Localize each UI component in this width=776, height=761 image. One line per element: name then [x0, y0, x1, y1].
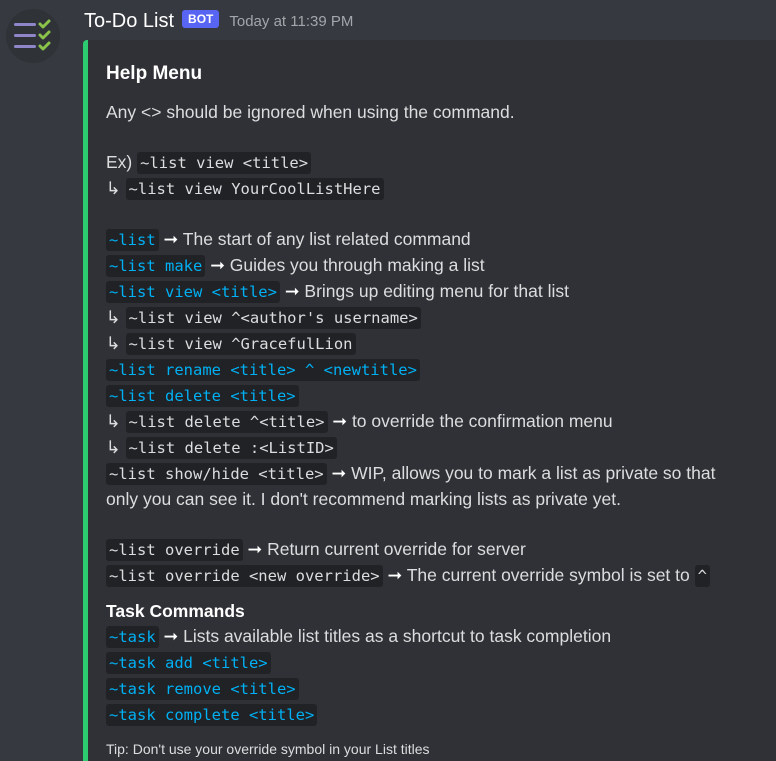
cmd-list-view-example: ↳ ~list view ^GracefulLion — [106, 331, 758, 357]
cmd-list-view-example-code: ~list view ^GracefulLion — [125, 333, 356, 355]
cmd-list-desc: The start of any list related command — [182, 229, 471, 249]
cmd-list-delete-code[interactable]: ~list delete <title> — [106, 385, 299, 407]
cmd-list-view-desc: Brings up editing menu for that list — [304, 281, 569, 301]
cmd-list-show-hide-code: ~list show/hide <title> — [106, 463, 327, 485]
avatar[interactable] — [6, 9, 60, 63]
username[interactable]: To-Do List — [84, 10, 174, 33]
reply-hook-icon: ↳ — [106, 178, 121, 198]
cmd-task-remove: ~task remove <title> — [106, 676, 758, 702]
arrow-icon: ➞ — [331, 463, 347, 483]
bot-badge: BOT — [182, 10, 220, 28]
reply-hook-icon: ↳ — [106, 437, 121, 457]
embed-title: Help Menu — [106, 63, 203, 84]
example-sub-code: ~list view YourCoolListHere — [125, 178, 384, 200]
example-line: Ex) ~list view <title> — [106, 150, 758, 176]
arrow-icon: ➞ — [210, 255, 225, 275]
override-symbol: ^ — [694, 565, 710, 587]
cmd-list-make-code[interactable]: ~list make — [106, 255, 206, 277]
arrow-icon: ➞ — [284, 281, 300, 301]
embed-footer: Tip: Don't use your override symbol in y… — [106, 741, 430, 757]
cmd-list-rename: ~list rename <title> ^ <newtitle> — [106, 357, 758, 383]
cmd-list-show-hide-desc-cont: only you can see it. I don't recommend m… — [106, 489, 621, 509]
cmd-list-view-code[interactable]: ~list view <title> — [106, 281, 280, 303]
cmd-list-make-desc: Guides you through making a list — [229, 255, 485, 275]
cmd-task-add: ~task add <title> — [106, 650, 758, 676]
cmd-list-delete-override-code: ~list delete ^<title> — [125, 411, 328, 433]
example-sub-line: ↳ ~list view YourCoolListHere — [106, 176, 758, 202]
cmd-list-view-author-code: ~list view ^<author's username> — [125, 307, 421, 329]
cmd-list-delete-id-code: ~list delete :<ListID> — [125, 437, 337, 459]
cmd-list-override-new-desc: The current override symbol is set to — [406, 565, 690, 585]
cmd-task-desc: Lists available list titles as a shortcu… — [183, 626, 612, 646]
intro-text: Any <> should be ignored when using the … — [106, 102, 515, 122]
cmd-task-complete-code[interactable]: ~task complete <title> — [106, 704, 318, 726]
help-embed: Help Menu Any <> should be ignored when … — [83, 40, 776, 761]
reply-hook-icon: ↳ — [106, 411, 121, 431]
cmd-task: ~task ➞ Lists available list titles as a… — [106, 624, 758, 650]
cmd-list-override: ~list override ➞ Return current override… — [106, 537, 758, 563]
task-commands-title: Task Commands — [106, 601, 245, 621]
cmd-list-override-new-code: ~list override <new override> — [106, 565, 383, 587]
message-header: To-Do List BOT Today at 11:39 PM — [84, 8, 353, 34]
reply-hook-icon: ↳ — [106, 307, 121, 327]
reply-hook-icon: ↳ — [106, 333, 121, 353]
timestamp[interactable]: Today at 11:39 PM — [229, 13, 353, 30]
cmd-task-add-code[interactable]: ~task add <title> — [106, 652, 271, 674]
arrow-icon: ➞ — [332, 411, 348, 431]
example-prefix: Ex) — [106, 152, 133, 172]
cmd-list-override-new: ~list override <new override> ➞ The curr… — [106, 563, 758, 589]
cmd-list-delete-override: ↳ ~list delete ^<title> ➞ to override th… — [106, 409, 758, 435]
cmd-list-rename-code[interactable]: ~list rename <title> ^ <newtitle> — [106, 359, 420, 381]
arrow-icon: ➞ — [163, 626, 179, 646]
cmd-list-make: ~list make ➞ Guides you through making a… — [106, 253, 758, 279]
cmd-list-show-hide: ~list show/hide <title> ➞ WIP, allows yo… — [106, 461, 758, 487]
cmd-list-delete-id: ↳ ~list delete :<ListID> — [106, 435, 758, 461]
cmd-list-view-author: ↳ ~list view ^<author's username> — [106, 305, 758, 331]
cmd-list-show-hide-desc: WIP, allows you to mark a list as privat… — [351, 463, 716, 483]
cmd-task-remove-code[interactable]: ~task remove <title> — [106, 678, 299, 700]
cmd-list-view: ~list view <title> ➞ Brings up editing m… — [106, 279, 758, 305]
cmd-task-code[interactable]: ~task — [106, 626, 159, 648]
arrow-icon: ➞ — [163, 229, 179, 249]
cmd-list-delete: ~list delete <title> — [106, 383, 758, 409]
cmd-list-code[interactable]: ~list — [106, 229, 159, 251]
arrow-icon: ➞ — [247, 539, 263, 559]
cmd-task-complete: ~task complete <title> — [106, 702, 758, 728]
cmd-list-override-code: ~list override — [106, 539, 243, 561]
checklist-icon — [14, 19, 51, 51]
example-code: ~list view <title> — [137, 152, 312, 174]
arrow-icon: ➞ — [387, 565, 403, 585]
cmd-list-override-desc: Return current override for server — [267, 539, 526, 559]
cmd-list: ~list ➞ The start of any list related co… — [106, 227, 758, 253]
cmd-list-delete-override-desc: to override the confirmation menu — [351, 411, 613, 431]
